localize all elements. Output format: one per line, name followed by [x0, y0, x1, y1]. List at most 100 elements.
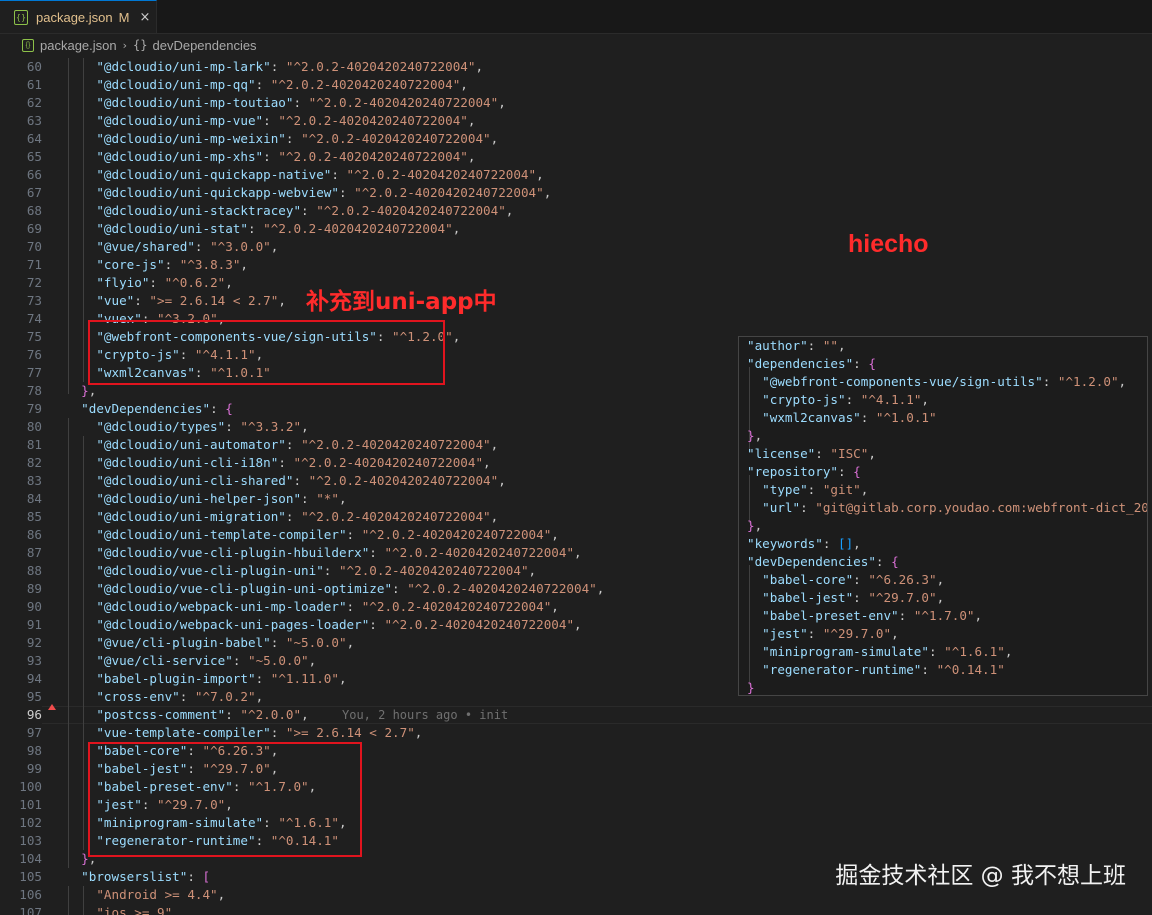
code-token: :	[853, 590, 869, 605]
code-token: :	[301, 491, 317, 506]
code-token: "^2.0.2-4020420240722004"	[263, 221, 453, 236]
code-text: "@vue/cli-plugin-babel": "~5.0.0",	[66, 634, 354, 652]
code-text: "@vue/cli-service": "~5.0.0",	[66, 652, 316, 670]
code-token: "^2.0.2-4020420240722004"	[278, 113, 468, 128]
line-number: 91	[26, 617, 42, 632]
code-line[interactable]: 71 "core-js": "^3.8.3",	[0, 256, 1152, 274]
code-line[interactable]: 61 "@dcloudio/uni-mp-qq": "^2.0.2-402042…	[0, 76, 1152, 94]
code-token: "repository"	[747, 464, 838, 479]
code-text: "@dcloudio/uni-cli-i18n": "^2.0.2-402042…	[66, 454, 490, 472]
code-line[interactable]: 66 "@dcloudio/uni-quickapp-native": "^2.…	[0, 166, 1152, 184]
code-token: :	[225, 707, 241, 722]
code-token: }	[747, 680, 755, 695]
line-number: 106	[19, 887, 42, 902]
code-token: "babel-core"	[747, 572, 854, 587]
code-line[interactable]: 70 "@vue/shared": "^3.0.0",	[0, 238, 1152, 256]
code-text: "devDependencies": {	[66, 400, 233, 418]
code-line[interactable]: 64 "@dcloudio/uni-mp-weixin": "^2.0.2-40…	[0, 130, 1152, 148]
tab-package-json[interactable]: {} package.json M ×	[0, 0, 157, 33]
line-number: 62	[26, 95, 42, 110]
code-token: :	[807, 482, 823, 497]
code-token: :	[807, 626, 823, 641]
code-token: "~5.0.0"	[247, 653, 309, 668]
code-line[interactable]: 62 "@dcloudio/uni-mp-toutiao": "^2.0.2-4…	[0, 94, 1152, 112]
code-token: "babel-plugin-import"	[66, 671, 256, 686]
code-token: "@dcloudio/uni-template-compiler"	[66, 527, 347, 542]
line-number: 100	[19, 779, 42, 794]
reference-code-line: "wxml2canvas": "^1.0.1"	[747, 409, 936, 427]
code-token: "babel-preset-env"	[747, 608, 899, 623]
code-token: "wxml2canvas"	[747, 410, 861, 425]
code-line[interactable]: 69 "@dcloudio/uni-stat": "^2.0.2-4020420…	[0, 220, 1152, 238]
code-token: ,	[528, 563, 537, 578]
code-text: "@dcloudio/uni-stat": "^2.0.2-4020420240…	[66, 220, 460, 238]
code-token: :	[331, 167, 347, 182]
code-token: ,	[270, 239, 279, 254]
reference-code-line: "repository": {	[747, 463, 861, 481]
code-token: "@dcloudio/uni-stat"	[66, 221, 248, 236]
breadcrumb-file[interactable]: package.json	[40, 38, 117, 53]
git-change-marker	[48, 704, 56, 710]
code-text: "@dcloudio/uni-cli-shared": "^2.0.2-4020…	[66, 472, 505, 490]
code-token: "Android >= 4.4"	[66, 887, 218, 902]
close-icon[interactable]: ×	[139, 10, 150, 25]
code-token: {	[225, 401, 233, 416]
code-token: ,	[338, 671, 347, 686]
code-line[interactable]: 68 "@dcloudio/uni-stacktracey": "^2.0.2-…	[0, 202, 1152, 220]
code-token: ,	[551, 527, 559, 542]
code-token: "^3.3.2"	[240, 419, 302, 434]
line-number: 78	[26, 383, 42, 398]
reference-code-line: "crypto-js": "^4.1.1",	[747, 391, 929, 409]
code-line[interactable]: 67 "@dcloudio/uni-quickapp-webview": "^2…	[0, 184, 1152, 202]
code-line[interactable]: 63 "@dcloudio/uni-mp-vue": "^2.0.2-40204…	[0, 112, 1152, 130]
code-line[interactable]: 60 "@dcloudio/uni-mp-lark": "^2.0.2-4020…	[0, 58, 1152, 76]
tab-title: package.json	[36, 9, 113, 25]
code-line[interactable]: 72 "flyio": "^0.6.2",	[0, 274, 1152, 292]
code-token: "^2.0.2-4020420240722004"	[308, 95, 499, 110]
code-line[interactable]: 73 "vue": ">= 2.6.14 < 2.7",	[0, 292, 1152, 310]
code-text: "postcss-comment": "^2.0.0",	[66, 706, 308, 724]
code-line[interactable]: 96 "postcss-comment": "^2.0.0",	[0, 706, 1152, 724]
breadcrumb-symbol[interactable]: devDependencies	[152, 38, 256, 53]
reference-code-line: "babel-jest": "^29.7.0",	[747, 589, 944, 607]
reference-code-line: "babel-preset-env": "^1.7.0",	[747, 607, 982, 625]
code-token: :	[822, 536, 838, 551]
code-token: "vue"	[66, 293, 135, 308]
code-text: "@dcloudio/uni-mp-weixin": "^2.0.2-40204…	[66, 130, 498, 148]
code-token: :	[263, 113, 279, 128]
code-line[interactable]: 97 "vue-template-compiler": ">= 2.6.14 <…	[0, 724, 1152, 742]
code-token: "@dcloudio/uni-stacktracey"	[66, 203, 302, 218]
code-token: "^2.0.2-4020420240722004"	[293, 455, 484, 470]
code-line[interactable]: 65 "@dcloudio/uni-mp-xhs": "^2.0.2-40204…	[0, 148, 1152, 166]
code-token: "^1.6.1"	[944, 644, 1005, 659]
reference-code-line: "dependencies": {	[747, 355, 876, 373]
line-number: 89	[26, 581, 42, 596]
code-token: ,	[414, 725, 423, 740]
line-number: 85	[26, 509, 42, 524]
code-token: "@webfront-components-vue/sign-utils"	[747, 374, 1043, 389]
line-number: 75	[26, 329, 42, 344]
line-number: 90	[26, 599, 42, 614]
code-token: "@dcloudio/uni-mp-xhs"	[66, 149, 264, 164]
code-token: "@dcloudio/uni-quickapp-webview"	[66, 185, 339, 200]
code-token: "@dcloudio/uni-mp-weixin"	[66, 131, 286, 146]
code-token: "^1.2.0"	[1057, 374, 1119, 389]
code-text: "@dcloudio/uni-template-compiler": "^2.0…	[66, 526, 559, 544]
code-token: :	[285, 437, 302, 452]
line-number: 92	[26, 635, 42, 650]
code-token: "@dcloudio/uni-mp-vue"	[66, 113, 264, 128]
annotation-supplement: 补充到uni-app中	[306, 289, 497, 315]
chevron-right-icon: ›	[122, 38, 128, 52]
code-token: :	[815, 446, 831, 461]
reference-code-line: "miniprogram-simulate": "^1.6.1",	[747, 643, 1012, 661]
code-line[interactable]: 107 "ios >= 9"	[0, 904, 1152, 915]
code-token: ,	[860, 482, 869, 497]
code-token: :	[338, 185, 355, 200]
code-token: :	[134, 293, 150, 308]
code-token: "@dcloudio/types"	[66, 419, 226, 434]
code-token: "^0.6.2"	[164, 275, 226, 290]
object-symbol-icon: {}	[133, 38, 148, 52]
json-file-icon: {}	[22, 38, 34, 52]
code-token: "license"	[747, 446, 816, 461]
line-number: 101	[19, 797, 42, 812]
